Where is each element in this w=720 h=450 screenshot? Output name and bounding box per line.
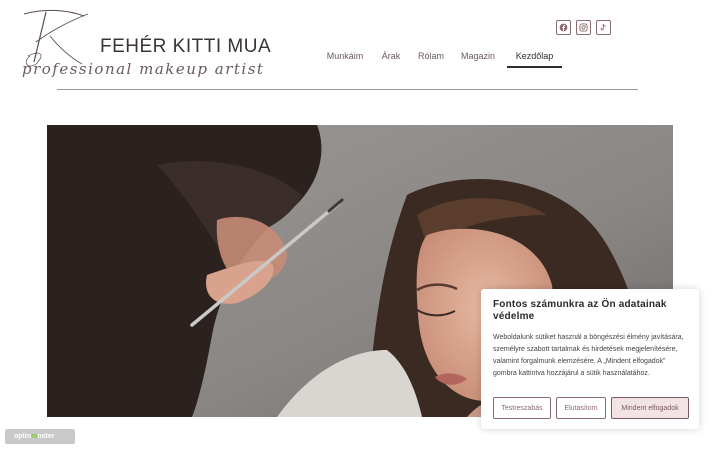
customize-button[interactable]: Testreszabás (493, 397, 551, 419)
nav-item-rolam[interactable]: Rólam (416, 44, 446, 68)
facebook-icon (559, 23, 568, 32)
tiktok-link[interactable] (596, 20, 611, 35)
facebook-link[interactable] (556, 20, 571, 35)
header-divider (57, 89, 638, 90)
logo-monogram (23, 9, 89, 67)
reject-button[interactable]: Elutasítom (556, 397, 606, 419)
brand-name: FEHÉR KITTI MUA (100, 36, 272, 57)
cookie-description: Weboldalunk sütiket használ a böngészési… (493, 334, 684, 377)
nav-item-kezdolap[interactable]: Kezdőlap (507, 44, 562, 68)
social-links (556, 20, 611, 35)
site-logo[interactable]: FEHÉR KITTI MUA professional makeup arti… (12, 6, 271, 84)
accept-all-button[interactable]: Mindent elfogadok (611, 397, 689, 419)
nav-item-arak[interactable]: Árak (380, 44, 402, 68)
cookie-consent-dialog: Fontos számunkra az Ön adatainak védelme… (481, 289, 699, 429)
nav-item-magazin[interactable]: Magazin (459, 44, 497, 68)
cookie-title: Fontos számunkra az Ön adatainak védelme (493, 299, 667, 322)
nav-item-munkaim[interactable]: Munkáim (322, 44, 368, 68)
instagram-link[interactable] (576, 20, 591, 35)
optinmonster-badge[interactable]: optinmnster (5, 429, 75, 444)
cookie-buttons: Testreszabás Elutasítom Mindent elfogado… (493, 397, 689, 419)
instagram-icon (579, 23, 588, 32)
badge-suffix: nster (37, 433, 55, 440)
tiktok-icon (600, 23, 606, 31)
badge-prefix: optin (14, 433, 32, 440)
main-nav: Munkáim Árak Rólam Magazin Kezdőlap (322, 44, 562, 68)
brand-tagline: professional makeup artist (22, 60, 265, 78)
